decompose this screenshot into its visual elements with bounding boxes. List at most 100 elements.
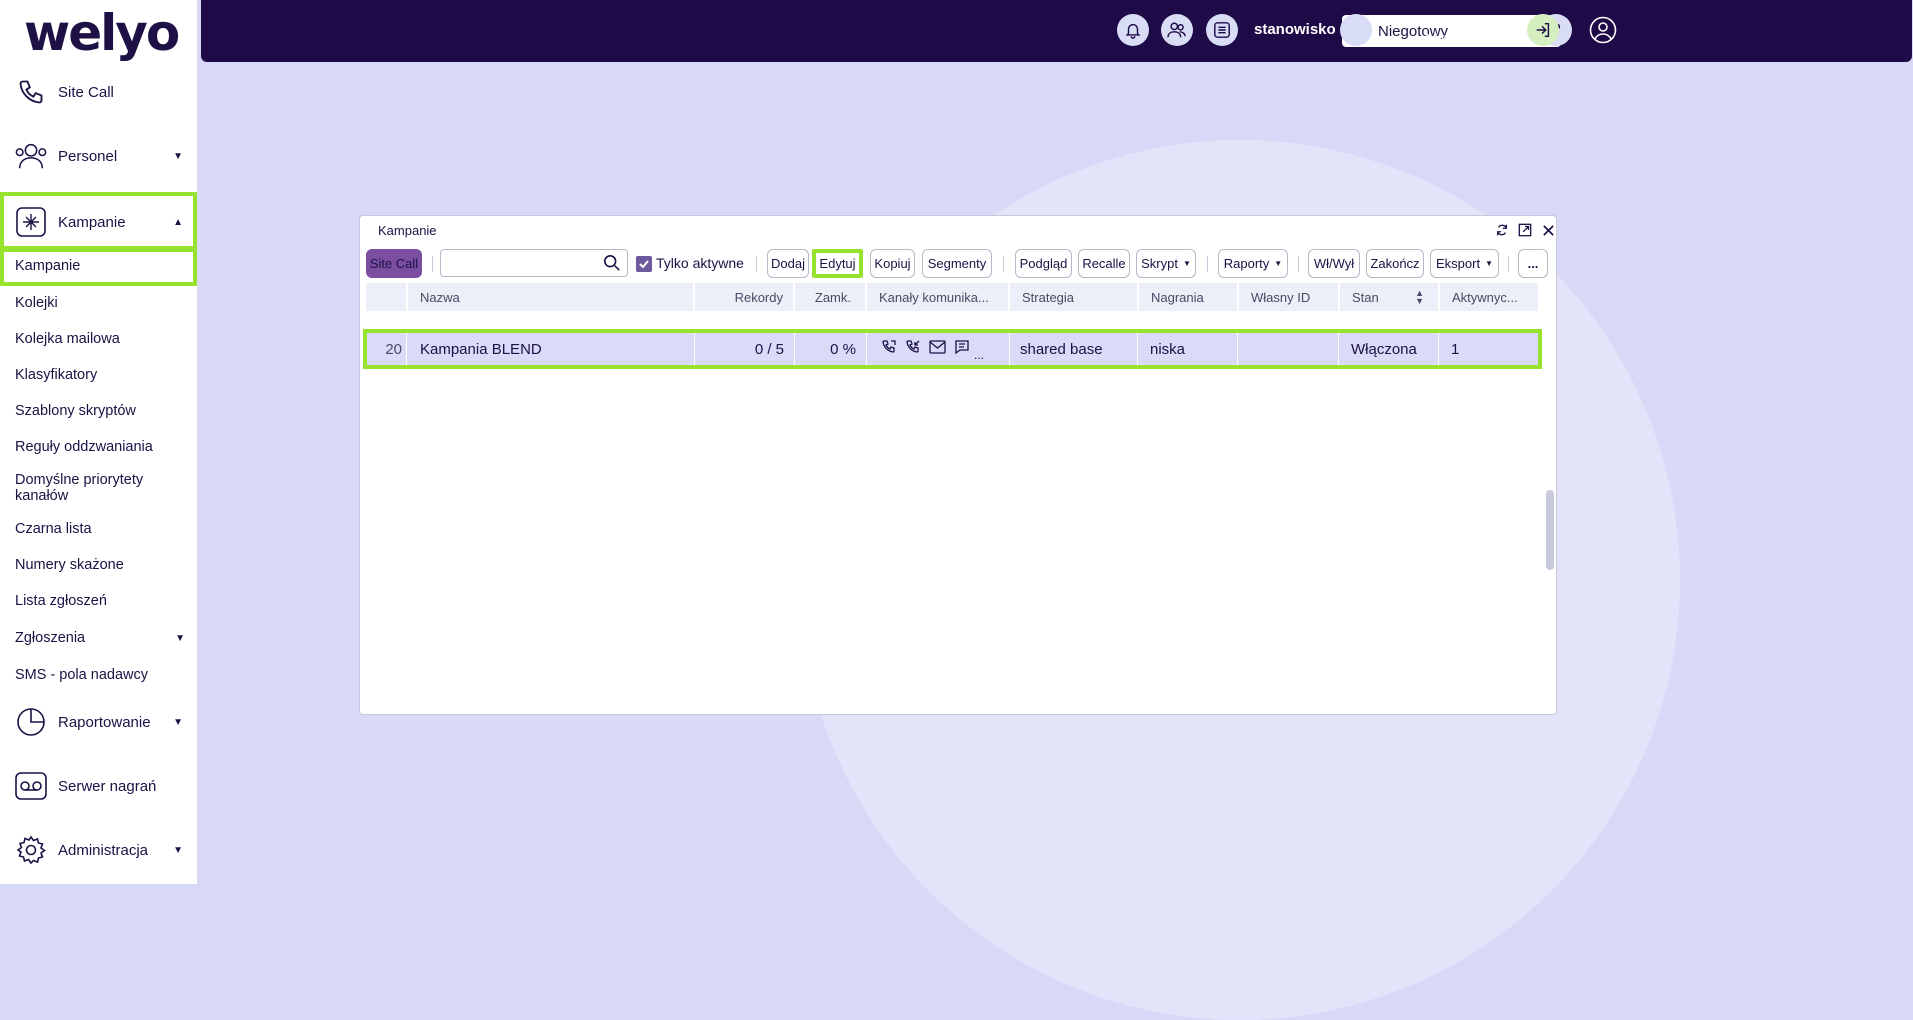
phone-icon [14,75,48,109]
caret-up-icon: ▲ [173,216,183,228]
column-header-zamk[interactable]: Zamk. [795,283,865,311]
toolbar-separator [1003,256,1004,272]
people-icon [14,139,48,173]
only-active-label: Tylko aktywne [656,255,744,271]
nav-item-administracja[interactable]: Administracja ▼ [0,822,197,878]
list-icon[interactable] [1206,14,1238,46]
export-label: Eksport [1436,256,1481,271]
sub-item-klasyfikatory[interactable]: Klasyfikatory [15,367,97,383]
search-input[interactable] [440,249,628,277]
recalle-button[interactable]: Recalle [1078,249,1130,278]
nav-label-site-call: Site Call [58,83,114,101]
spacer [1340,14,1372,46]
caret-down-icon: ▼ [173,716,183,728]
user-role: Administrator [1423,31,1494,45]
user-avatar-icon[interactable] [1587,14,1619,46]
column-header-rekordy[interactable]: Rekordy [695,283,793,311]
column-header-nagrania[interactable]: Nagrania [1139,283,1237,311]
toolbar-separator [1508,256,1509,272]
users-icon[interactable] [1161,14,1193,46]
sub-item-numery-skazone[interactable]: Numery skażone [15,557,124,573]
reports-dropdown[interactable]: Raporty ▼ [1218,249,1288,278]
toolbar-separator [1207,256,1208,272]
sub-item-kolejki[interactable]: Kolejki [15,295,58,311]
cell-active: 1 [1451,340,1460,358]
sidebar: welyo Site Call Personel ▼ Kampanie ▲ Ka… [0,0,197,884]
cell-channels: ... [867,333,1010,365]
column-header-id [366,283,406,311]
nav-label-serwer-nagran: Serwer nagrań [58,777,157,795]
caret-down-icon: ▼ [1274,259,1283,268]
sub-item-domyslne-priorytety[interactable]: Domyślne priorytety kanałów [15,472,185,504]
sub-item-czarna-lista[interactable]: Czarna lista [15,521,92,537]
popout-icon[interactable] [1516,221,1534,239]
sub-item-kolejka-mailowa[interactable]: Kolejka mailowa [15,331,120,347]
add-button[interactable]: Dodaj [767,249,809,278]
nav-label-raportowanie: Raportowanie [58,713,151,731]
sub-item-szablony-skryptow[interactable]: Szablony skryptów [15,403,136,419]
column-header-stan[interactable]: Stan ▲ ▼ [1340,283,1438,311]
vertical-scrollbar[interactable] [1546,490,1554,570]
window-title: Kampanie [378,223,437,238]
toolbar-separator [432,256,433,272]
table-row[interactable]: 20 Kampania BLEND 0 / 5 0 % ... shared b… [363,329,1542,369]
column-header-kanaly[interactable]: Kanały komunika... [867,283,1008,311]
finish-button[interactable]: Zakończ [1366,249,1424,278]
sub-item-sms-pola-nadawcy[interactable]: SMS - pola nadawcy [15,667,148,683]
sub-item-kampanie[interactable]: Kampanie [0,246,197,286]
cell-closed: 0 % [795,333,867,365]
column-header-aktywnych[interactable]: Aktywnyc... [1440,283,1538,311]
sub-item-zgloszenia-label: Zgłoszenia [15,630,86,646]
welyo-logo: welyo [24,4,180,62]
sub-item-lista-zgloszen[interactable]: Lista zgłoszeń [15,593,107,609]
pie-chart-icon [14,705,48,739]
onoff-button[interactable]: Wł/Wył [1308,249,1360,278]
nav-item-kampanie[interactable]: Kampanie ▲ [0,192,197,252]
nav-label-personel: Personel [58,147,118,165]
copy-button[interactable]: Kopiuj [870,249,915,278]
close-icon[interactable] [1539,221,1557,239]
gear-icon [14,833,48,867]
station-label: stanowisko [1254,21,1336,38]
column-header-wlasny-id[interactable]: Własny ID [1239,283,1338,311]
edit-button[interactable]: Edytuj [812,249,863,278]
segments-button[interactable]: Segmenty [922,249,992,278]
nav-item-serwer-nagran[interactable]: Serwer nagrań [0,758,197,814]
toolbar-separator [1298,256,1299,272]
voicemail-icon [14,769,48,803]
nav-label-administracja: Administracja [58,841,149,859]
caret-down-icon: ▼ [1485,259,1493,268]
more-options-button[interactable]: ... [1518,249,1548,278]
column-header-strategia[interactable]: Strategia [1010,283,1137,311]
column-header-stan-label: Stan [1352,289,1379,305]
script-dropdown[interactable]: Skrypt ▼ [1136,249,1196,278]
refresh-icon[interactable] [1493,221,1511,239]
site-call-button[interactable]: Site Call [366,249,422,278]
mail-icon [929,340,946,358]
search-icon [603,254,621,277]
column-header-nazwa[interactable]: Nazwa [408,283,693,311]
phone-inbound-icon [905,339,921,359]
campaign-icon [14,205,48,239]
export-dropdown[interactable]: Eksport ▼ [1430,249,1499,278]
sub-item-zgloszenia[interactable]: Zgłoszenia ▼ [15,630,185,646]
cell-own-id [1238,333,1339,365]
only-active-checkbox[interactable] [636,256,652,272]
logout-icon[interactable] [1527,14,1559,46]
preview-button[interactable]: Podgląd [1015,249,1072,278]
bell-icon[interactable] [1117,14,1149,46]
nav-item-raportowanie[interactable]: Raportowanie ▼ [0,694,197,750]
cell-id: 20 [367,333,407,365]
top-bar: stanowisko Niegotowy ? Anna Testowa Admi… [201,0,1912,62]
cell-recordings: niska [1138,333,1238,365]
caret-down-icon: ▼ [1182,259,1191,268]
channels-more: ... [974,348,985,362]
cell-state: Włączona [1339,333,1439,365]
sub-item-reguly-oddzwaniania[interactable]: Reguły oddzwaniania [15,439,153,455]
nav-item-site-call[interactable]: Site Call [0,64,197,120]
chat-icon [954,339,970,359]
nav-item-personel[interactable]: Personel ▼ [0,128,197,184]
cell-name: Kampania BLEND [408,333,695,365]
cell-strategy: shared base [1010,333,1138,365]
user-name: Anna Testowa [1423,14,1524,31]
